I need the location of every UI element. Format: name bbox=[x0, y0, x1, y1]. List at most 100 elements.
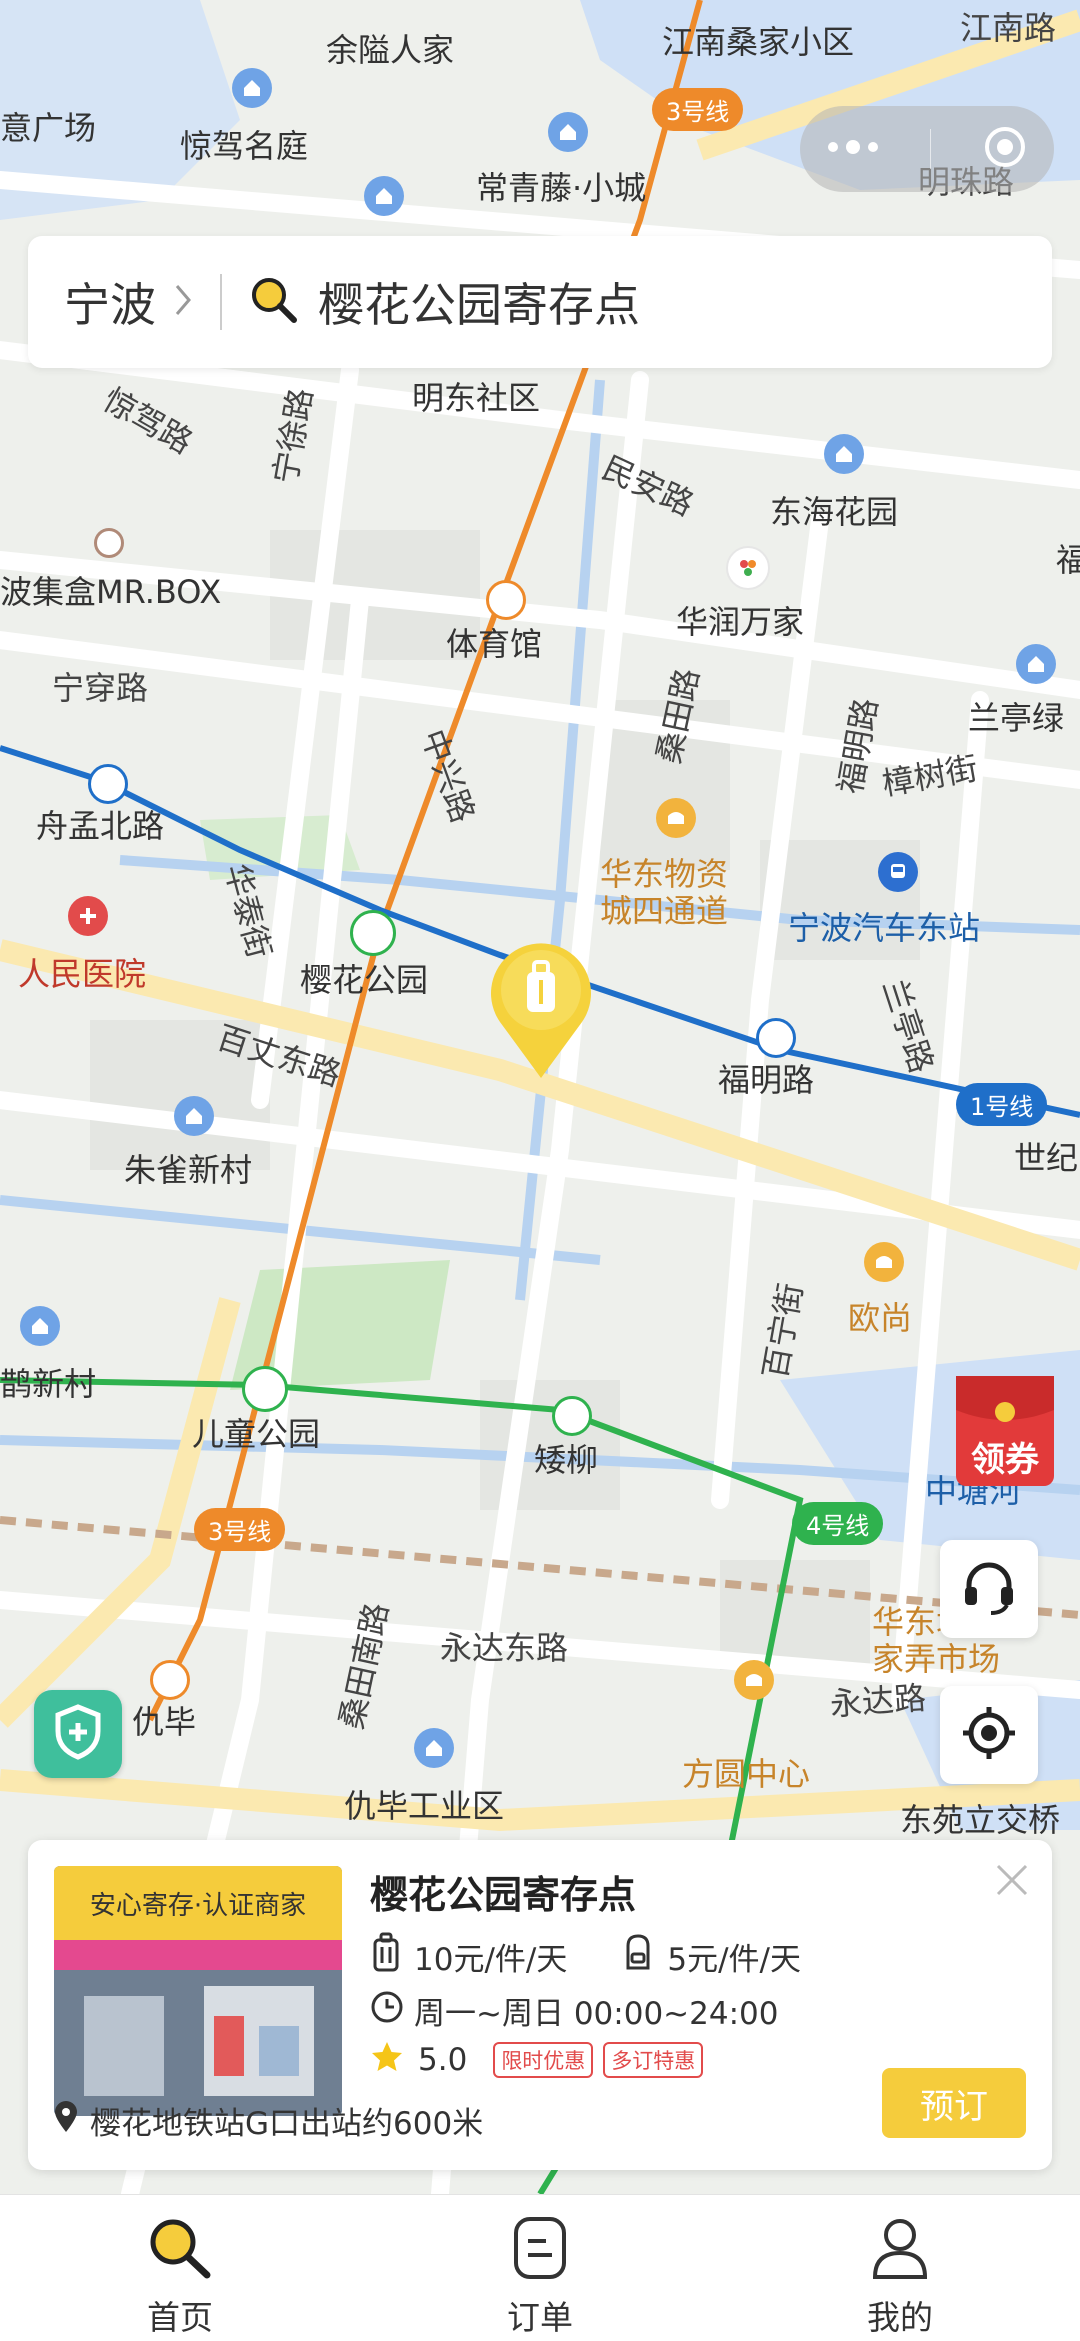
search-input[interactable]: 樱花公园寄存点 bbox=[318, 269, 640, 335]
place-label: 福明路 bbox=[718, 1061, 815, 1099]
place-label: 人民医院 bbox=[18, 955, 147, 993]
promo-tag: 多订特惠 bbox=[603, 2042, 704, 2078]
poi-marker-icon bbox=[94, 528, 124, 558]
coupon-button[interactable]: 领券 bbox=[950, 1370, 1060, 1490]
miniprogram-capsule[interactable] bbox=[800, 106, 1054, 192]
hours-row: 周一~周日 00:00~24:00 bbox=[370, 1988, 778, 2033]
place-label: 仇毕 bbox=[132, 1703, 197, 1741]
tab-label: 订单 bbox=[507, 2298, 573, 2337]
city-selector[interactable]: 宁波 bbox=[64, 269, 156, 335]
address-text: 樱花地铁站G口出站约600米 bbox=[90, 2106, 484, 2142]
storage-title: 樱花公园寄存点 bbox=[370, 1873, 637, 1917]
metro-station-icon bbox=[552, 1396, 592, 1436]
road-label: 永达路 bbox=[828, 1678, 928, 1724]
bag-price: 5元/件/天 bbox=[667, 1941, 801, 1978]
coupon-label: 领券 bbox=[971, 1440, 1039, 1480]
place-label: 鹊新村 bbox=[0, 1365, 97, 1403]
chevron-right-icon bbox=[174, 283, 192, 321]
tab-orders[interactable]: 订单 bbox=[360, 2195, 720, 2341]
place-label: 欧尚 bbox=[848, 1299, 913, 1337]
more-icon[interactable] bbox=[825, 139, 881, 159]
road-label: 永达东路 bbox=[440, 1629, 569, 1667]
customer-service-button[interactable] bbox=[940, 1540, 1038, 1638]
place-label: 意广场 bbox=[0, 109, 97, 147]
bottom-tab-bar: 首页 订单 我的 bbox=[0, 2194, 1080, 2341]
address-row: 樱花地铁站G口出站约600米 bbox=[52, 2098, 483, 2143]
place-label: 常青藤·小城 bbox=[476, 169, 647, 207]
star-icon bbox=[370, 2040, 404, 2080]
shield-icon bbox=[52, 1703, 104, 1765]
place-label: 惊驾名庭 bbox=[180, 127, 309, 165]
metro-line-badge: 4号线 bbox=[792, 1502, 884, 1545]
rating-value: 5.0 bbox=[418, 2042, 468, 2078]
residence-icon bbox=[364, 176, 404, 216]
bus-station-icon bbox=[878, 852, 918, 892]
place-label: 江南桑家小区 bbox=[662, 23, 855, 61]
residence-icon bbox=[20, 1306, 60, 1346]
metro-station-icon bbox=[486, 580, 526, 620]
search-icon bbox=[248, 274, 300, 330]
clock-icon bbox=[370, 1990, 404, 2032]
search-bar[interactable]: 宁波 樱花公园寄存点 bbox=[28, 236, 1052, 368]
place-label: 余隘人家 bbox=[326, 31, 455, 69]
place-label: 东苑立交桥 bbox=[900, 1801, 1061, 1839]
place-label: 体育馆 bbox=[446, 625, 543, 663]
place-label: 宁波汽车东站 bbox=[788, 909, 981, 947]
metro-transfer-icon bbox=[242, 1366, 288, 1412]
place-label: 儿童公园 bbox=[192, 1415, 321, 1453]
search-icon bbox=[145, 2215, 215, 2285]
shop-icon bbox=[734, 1660, 774, 1700]
storefront-photo[interactable]: 安心寄存·认证商家 bbox=[54, 1866, 342, 2116]
tab-label: 首页 bbox=[147, 2298, 213, 2337]
metro-station-icon bbox=[756, 1018, 796, 1058]
tab-label: 我的 bbox=[867, 2298, 933, 2337]
storage-location-marker[interactable] bbox=[480, 922, 602, 1082]
metro-station-icon bbox=[88, 764, 128, 804]
locate-me-button[interactable] bbox=[940, 1686, 1038, 1784]
residence-icon bbox=[1016, 644, 1056, 684]
metro-line-badge: 3号线 bbox=[194, 1508, 286, 1551]
luggage-price: 10元/件/天 bbox=[414, 1941, 568, 1978]
profile-icon bbox=[869, 2215, 931, 2285]
close-miniprogram-icon[interactable] bbox=[981, 123, 1029, 175]
place-label: 波集盒MR.BOX bbox=[0, 573, 222, 611]
luggage-icon bbox=[370, 1932, 402, 1980]
close-icon[interactable] bbox=[992, 1860, 1032, 1904]
residence-icon bbox=[824, 434, 864, 474]
reserve-button[interactable]: 预订 bbox=[882, 2068, 1026, 2138]
metro-station-icon bbox=[150, 1660, 190, 1700]
place-label: 明东社区 bbox=[412, 379, 541, 417]
location-pin-icon bbox=[52, 2100, 80, 2142]
certified-merchant-badge: 安心寄存·认证商家 bbox=[54, 1866, 342, 1940]
supermarket-icon bbox=[726, 546, 770, 590]
road-label: 江南路 bbox=[960, 9, 1057, 47]
shop-icon bbox=[864, 1242, 904, 1282]
tab-home[interactable]: 首页 bbox=[0, 2195, 360, 2341]
place-label: 樱花公园 bbox=[300, 961, 429, 999]
opening-hours: 周一~周日 00:00~24:00 bbox=[414, 1996, 779, 2032]
place-label: 矮柳 bbox=[534, 1441, 599, 1479]
place-label: 华东物资城四通道 bbox=[600, 855, 729, 930]
place-label: 朱雀新村 bbox=[124, 1151, 253, 1189]
metro-transfer-icon bbox=[350, 910, 396, 956]
place-label: 舟孟北路 bbox=[36, 807, 165, 845]
safety-guarantee-button[interactable] bbox=[34, 1690, 122, 1778]
road-label: 宁穿路 bbox=[52, 669, 149, 707]
residence-icon bbox=[548, 112, 588, 152]
metro-line-badge: 1号线 bbox=[956, 1083, 1048, 1126]
rating-row: 5.0 限时优惠 多订特惠 bbox=[370, 2040, 704, 2080]
headset-icon bbox=[959, 1557, 1019, 1621]
place-label: 仇毕工业区 bbox=[344, 1787, 505, 1825]
place-label: 东海花园 bbox=[770, 493, 899, 531]
metro-line-badge: 3号线 bbox=[652, 88, 744, 131]
divider bbox=[220, 274, 222, 330]
place-label: 兰亭绿 bbox=[968, 699, 1065, 737]
storage-info-card[interactable]: 安心寄存·认证商家 樱花公园寄存点 10元/件/天 5元/件/天 周一~周日 0… bbox=[28, 1840, 1052, 2170]
place-label: 世纪 bbox=[1014, 1139, 1079, 1177]
tab-profile[interactable]: 我的 bbox=[720, 2195, 1080, 2341]
place-label: 方圆中心 bbox=[682, 1755, 811, 1793]
hospital-icon bbox=[68, 896, 108, 936]
order-icon bbox=[510, 2215, 570, 2285]
price-row: 10元/件/天 5元/件/天 bbox=[370, 1932, 801, 1980]
residence-icon bbox=[174, 1096, 214, 1136]
